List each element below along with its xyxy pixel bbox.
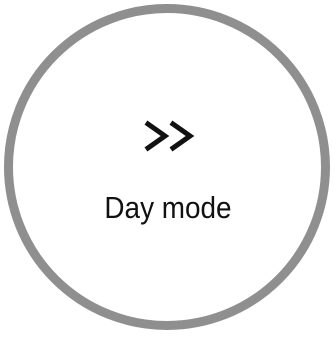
mode-toggle-content: Day mode xyxy=(0,0,336,337)
watch-screen: Day mode xyxy=(0,0,336,337)
fast-forward-chevrons-icon xyxy=(144,120,195,152)
mode-label: Day mode xyxy=(104,190,232,225)
